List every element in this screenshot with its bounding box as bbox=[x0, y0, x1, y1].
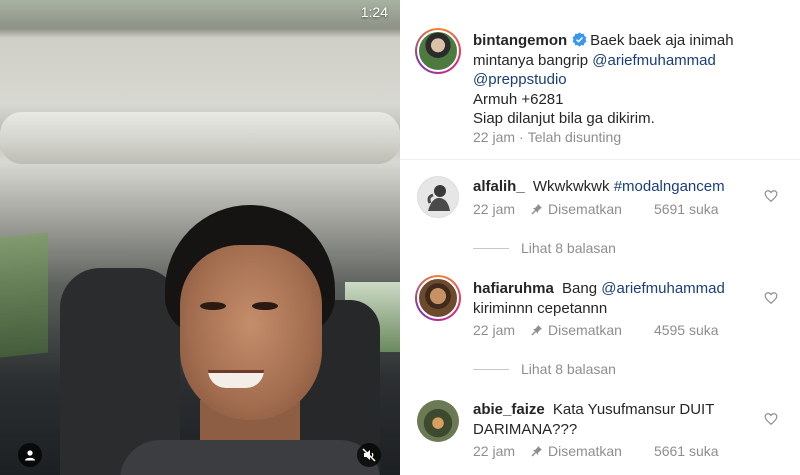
avatar[interactable] bbox=[415, 275, 461, 321]
caption-edited: Telah disunting bbox=[527, 129, 622, 145]
view-replies-button[interactable]: Lihat 8 balasan bbox=[473, 240, 616, 256]
video-frame-window-left bbox=[0, 232, 48, 358]
caption-line: Armuh +6281 bbox=[473, 90, 564, 108]
user-icon bbox=[25, 450, 35, 461]
comment-likes[interactable]: 4595 suka bbox=[654, 322, 719, 338]
comment-text: Wkwkwkwk bbox=[532, 178, 610, 195]
comment-time[interactable]: 22 jam bbox=[473, 201, 515, 217]
caption-line: Siap dilanjut bila ga dikirim. bbox=[473, 110, 655, 127]
caption-username[interactable]: bintangemon bbox=[473, 32, 567, 49]
view-replies-button[interactable]: Lihat 8 balasan bbox=[473, 361, 616, 377]
heart-icon[interactable] bbox=[764, 291, 778, 305]
post-caption: bintangemon Baek baek aja inimah mintany… bbox=[400, 0, 800, 160]
comment-text-continued: kiriminnn cepetannn bbox=[473, 299, 608, 317]
comment-text: Bang bbox=[562, 280, 598, 297]
comments-panel: bintangemon Baek baek aja inimah mintany… bbox=[400, 0, 800, 475]
meta-separator: · bbox=[519, 129, 524, 145]
verified-icon bbox=[572, 32, 587, 47]
replies-divider bbox=[473, 368, 509, 370]
mute-icon bbox=[362, 448, 376, 462]
comment-pinned: Disematkan bbox=[548, 201, 622, 217]
replies-divider bbox=[473, 247, 509, 249]
pin-icon bbox=[531, 446, 543, 457]
video-timer: 1:24 bbox=[360, 4, 388, 20]
heart-icon[interactable] bbox=[764, 189, 778, 203]
video-player[interactable]: 1:24 bbox=[0, 0, 400, 475]
caption-mention-preppstudio[interactable]: @preppstudio bbox=[473, 71, 567, 88]
pin-icon bbox=[531, 325, 543, 336]
comment-likes[interactable]: 5661 suka bbox=[654, 443, 719, 459]
pin-icon bbox=[531, 204, 543, 215]
avatar[interactable] bbox=[415, 28, 461, 74]
mute-button[interactable] bbox=[357, 443, 381, 467]
video-frame-shirt bbox=[120, 440, 380, 475]
heart-icon[interactable] bbox=[764, 412, 778, 426]
comment-username[interactable]: hafiaruhma bbox=[473, 280, 554, 297]
replies-label: Lihat 8 balasan bbox=[521, 361, 616, 377]
video-frame-eye-left bbox=[200, 302, 226, 310]
video-frame-eye-right bbox=[252, 302, 278, 310]
avatar-image bbox=[427, 185, 450, 211]
comment-likes[interactable]: 5691 suka bbox=[654, 201, 719, 217]
avatar[interactable] bbox=[417, 400, 459, 442]
comment-pinned: Disematkan bbox=[548, 443, 622, 459]
caption-time[interactable]: 22 jam bbox=[473, 129, 515, 145]
comment-time[interactable]: 22 jam bbox=[473, 322, 515, 338]
comment-mention[interactable]: @ariefmuhammad bbox=[601, 280, 725, 297]
replies-label: Lihat 8 balasan bbox=[521, 240, 616, 256]
comment-time[interactable]: 22 jam bbox=[473, 443, 515, 459]
caption-mention-ariefmuhammad[interactable]: @ariefmuhammad bbox=[592, 52, 716, 69]
comment-pinned: Disematkan bbox=[548, 322, 622, 338]
video-frame-face bbox=[180, 245, 322, 420]
video-frame-roof bbox=[0, 112, 400, 164]
avatar[interactable] bbox=[417, 176, 459, 218]
tagged-user-button[interactable] bbox=[18, 443, 42, 467]
comment-hashtag[interactable]: #modalngancem bbox=[614, 178, 725, 195]
comment-username[interactable]: abie_faize bbox=[473, 401, 545, 418]
comment-username[interactable]: alfalih_ bbox=[473, 178, 525, 195]
